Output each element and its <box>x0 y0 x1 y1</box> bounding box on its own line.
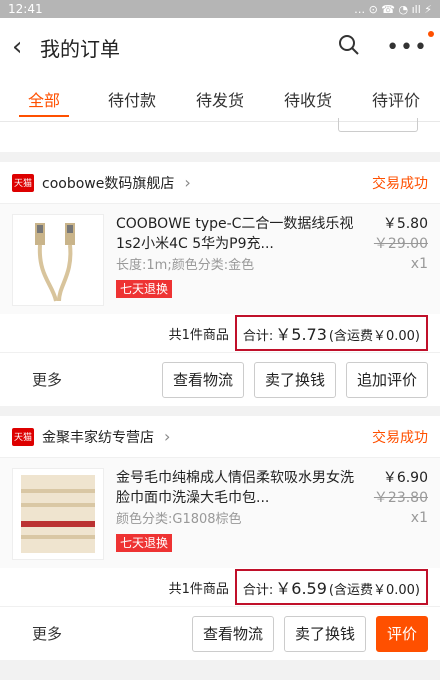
shop-header[interactable]: 天猫 金聚丰家纺专营店 › 交易成功 <box>0 416 440 458</box>
order-summary: 共1件商品 合计: ￥6.59 (含运费￥0.00) <box>0 568 440 606</box>
clock: 12:41 <box>8 2 43 16</box>
total-value: ￥6.59 <box>275 579 327 598</box>
shipping-fee: (含运费￥0.00) <box>328 329 420 344</box>
shop-name[interactable]: coobowe数码旗舰店 <box>42 173 174 193</box>
total-label: 合计: <box>242 329 274 344</box>
order-item[interactable]: 金号毛巾纯棉成人情侣柔软吸水男女洗脸巾面巾洗澡大毛巾包... 颜色分类:G180… <box>0 458 440 568</box>
total-label: 合计: <box>242 583 274 598</box>
order-card: 天猫 金聚丰家纺专营店 › 交易成功 金号毛巾纯棉成人情侣柔软吸水男女洗脸巾面巾… <box>0 416 440 660</box>
return-badge: 七天退换 <box>116 280 173 298</box>
order-summary: 共1件商品 合计: ￥5.73 (含运费￥0.00) <box>0 314 440 352</box>
item-count: 共1件商品 <box>168 327 229 343</box>
order-card: 天猫 coobowe数码旗舰店 › 交易成功 COOBOWE type-C二合一… <box>0 162 440 406</box>
product-name[interactable]: 金号毛巾纯棉成人情侣柔软吸水男女洗脸巾面巾洗澡大毛巾包... <box>116 468 362 508</box>
total-highlight: 合计: ￥6.59 (含运费￥0.00) <box>234 569 428 605</box>
quantity: x1 <box>410 256 428 272</box>
notification-dot <box>428 30 434 37</box>
price: ￥6.90 <box>382 470 428 486</box>
product-spec: 长度:1m;颜色分类:金色 <box>116 258 255 273</box>
chevron-right-icon: › <box>184 173 191 192</box>
shop-header[interactable]: 天猫 coobowe数码旗舰店 › 交易成功 <box>0 162 440 204</box>
order-actions: 更多 查看物流 卖了换钱 评价 <box>0 606 440 660</box>
product-name[interactable]: COOBOWE type-C二合一数据线乐视1s2小米4C 5华为P9充... <box>116 214 362 254</box>
order-status: 交易成功 <box>372 175 428 192</box>
order-tabs: 全部 待付款 待发货 待收货 待评价 <box>0 76 440 122</box>
price: ￥5.80 <box>382 216 428 232</box>
tab-pending-review[interactable]: 待评价 <box>352 76 440 121</box>
item-count: 共1件商品 <box>168 581 229 597</box>
more-button[interactable]: 更多 <box>12 369 82 390</box>
previous-order-button[interactable] <box>338 118 418 132</box>
status-icons: … ⊙ ☎ ◔ ıll ⚡ <box>354 2 432 16</box>
order-actions: 更多 查看物流 卖了换钱 追加评价 <box>0 352 440 406</box>
previous-order-peek <box>0 118 440 152</box>
shop-name[interactable]: 金聚丰家纺专营店 <box>42 427 154 447</box>
more-icon[interactable]: ••• <box>386 30 434 60</box>
product-spec: 颜色分类:G1808棕色 <box>116 512 242 527</box>
status-bar: 12:41 … ⊙ ☎ ◔ ıll ⚡ <box>0 0 440 18</box>
tab-pending-payment[interactable]: 待付款 <box>88 76 176 121</box>
total-highlight: 合计: ￥5.73 (含运费￥0.00) <box>234 315 428 351</box>
return-badge: 七天退换 <box>116 534 173 552</box>
tmall-icon: 天猫 <box>12 427 34 446</box>
resell-button[interactable]: 卖了换钱 <box>253 361 336 398</box>
add-review-button[interactable]: 追加评价 <box>345 361 428 398</box>
back-icon[interactable]: ‹ <box>12 34 34 60</box>
tab-pending-receipt[interactable]: 待收货 <box>264 76 352 121</box>
view-logistics-button[interactable]: 查看物流 <box>191 615 274 652</box>
tab-all[interactable]: 全部 <box>0 76 88 121</box>
order-item[interactable]: COOBOWE type-C二合一数据线乐视1s2小米4C 5华为P9充... … <box>0 204 440 314</box>
quantity: x1 <box>410 510 428 526</box>
view-logistics-button[interactable]: 查看物流 <box>161 361 244 398</box>
search-icon[interactable] <box>338 34 360 60</box>
total-value: ￥5.73 <box>275 325 327 344</box>
chevron-right-icon: › <box>164 427 171 446</box>
original-price: ￥23.80 <box>373 490 428 506</box>
resell-button[interactable]: 卖了换钱 <box>283 615 366 652</box>
shipping-fee: (含运费￥0.00) <box>328 583 420 598</box>
nav-bar: ‹ 我的订单 ••• <box>0 18 440 76</box>
product-image[interactable] <box>12 214 104 306</box>
original-price: ￥29.00 <box>373 236 428 252</box>
product-image[interactable] <box>12 468 104 560</box>
tab-pending-shipment[interactable]: 待发货 <box>176 76 264 121</box>
tmall-icon: 天猫 <box>12 173 34 192</box>
review-button[interactable]: 评价 <box>375 615 428 652</box>
order-status: 交易成功 <box>372 429 428 446</box>
page-title: 我的订单 <box>40 36 120 61</box>
more-button[interactable]: 更多 <box>12 623 82 644</box>
